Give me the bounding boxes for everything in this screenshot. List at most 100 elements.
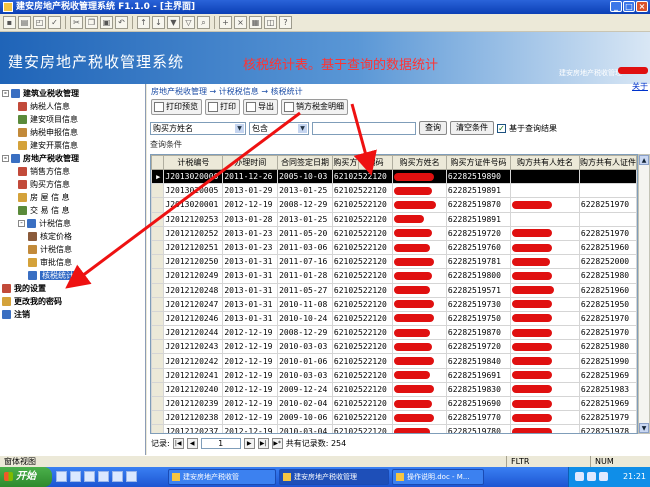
taskbar-item[interactable]: 建安房地产税收管 bbox=[168, 469, 276, 485]
help-icon[interactable]: ? bbox=[279, 16, 292, 29]
table-cell[interactable]: 62102522120 bbox=[331, 239, 394, 256]
redacted-cell[interactable] bbox=[392, 353, 447, 369]
table-cell[interactable]: 2010-02-04 bbox=[277, 395, 333, 412]
table-cell[interactable]: 2010-03-04 bbox=[277, 424, 333, 433]
table-row[interactable]: J2012120241 2012-12-19 2010-03-03 621025221… bbox=[151, 367, 637, 383]
save-icon[interactable]: ▪ bbox=[3, 16, 16, 29]
row-selector[interactable] bbox=[151, 424, 165, 433]
table-row[interactable]: J2012120240 2012-12-19 2009-12-24 621025221… bbox=[151, 381, 637, 398]
nav-item[interactable]: 销售方信息 bbox=[2, 165, 143, 178]
table-cell[interactable]: J2012120242 bbox=[163, 353, 224, 369]
table-cell[interactable]: 2013-01-25 bbox=[277, 211, 333, 227]
nav-item[interactable]: 购买方信息 bbox=[2, 178, 143, 191]
nav-item[interactable]: 更改我的密码 bbox=[2, 295, 143, 308]
table-row[interactable]: J2012120244 2012-12-19 2008-12-29 621025221… bbox=[151, 325, 637, 341]
table-cell[interactable]: 2011-05-27 bbox=[277, 282, 333, 298]
nav-item[interactable]: 我的设置 bbox=[2, 282, 143, 295]
delete-record-icon[interactable]: × bbox=[234, 16, 247, 29]
table-cell[interactable]: 62102522120 bbox=[331, 282, 394, 298]
column-header[interactable]: 购买方 bbox=[331, 155, 359, 170]
table-cell[interactable]: 6228251983 bbox=[578, 381, 637, 398]
next-record-button[interactable]: ▶ bbox=[243, 438, 255, 449]
table-cell[interactable]: 6228251990 bbox=[578, 353, 637, 369]
table-row[interactable]: J2012120252 2013-01-23 2011-05-20 621025221… bbox=[151, 225, 637, 241]
table-row[interactable]: ▶ J2013020006 2011-12-26 2005-10-03 62102522… bbox=[151, 168, 637, 185]
table-cell[interactable]: 62102522120 bbox=[331, 395, 394, 412]
table-cell[interactable]: 62282519800 bbox=[445, 268, 512, 284]
table-cell[interactable]: 2008-12-29 bbox=[277, 197, 333, 213]
table-cell[interactable]: 6228251979 bbox=[578, 410, 637, 426]
table-cell[interactable]: J2012120246 bbox=[163, 310, 224, 327]
filter-value-input[interactable] bbox=[312, 121, 416, 135]
column-header[interactable]: 合同签定日期 bbox=[277, 155, 333, 170]
table-cell[interactable]: 2013-01-31 bbox=[222, 310, 279, 327]
table-cell[interactable]: 62102522120 bbox=[331, 296, 394, 312]
taskbar-item[interactable]: 操作说明.doc - M... bbox=[392, 469, 484, 485]
redacted-cell[interactable] bbox=[392, 410, 447, 426]
table-cell[interactable]: 62102522120 bbox=[331, 310, 394, 327]
table-cell[interactable]: J2012120239 bbox=[163, 395, 224, 412]
table-cell[interactable]: 2013-01-31 bbox=[222, 254, 279, 270]
row-selector[interactable] bbox=[151, 211, 165, 227]
row-selector[interactable] bbox=[151, 183, 165, 199]
quicklaunch-icon[interactable] bbox=[126, 471, 137, 482]
table-cell[interactable]: 62102522120 bbox=[331, 410, 394, 426]
table-cell[interactable]: 62102522120 bbox=[331, 197, 394, 213]
table-cell[interactable]: 62102522120 bbox=[331, 367, 394, 383]
redacted-cell[interactable] bbox=[510, 282, 580, 298]
redacted-cell[interactable] bbox=[510, 325, 580, 341]
table-cell[interactable]: J2013020006 bbox=[163, 168, 224, 185]
table-cell[interactable]: J2012120249 bbox=[163, 268, 224, 284]
current-record-input[interactable]: 1 bbox=[200, 438, 241, 449]
nav-item[interactable]: 纳税人信息 bbox=[2, 100, 143, 113]
row-selector[interactable] bbox=[151, 268, 165, 284]
redacted-cell[interactable] bbox=[392, 325, 447, 341]
table-cell[interactable]: J2012120243 bbox=[163, 339, 224, 355]
column-header[interactable]: 办理时间 bbox=[222, 155, 279, 170]
database-icon[interactable]: ▦ bbox=[249, 16, 262, 29]
first-record-button[interactable]: |◀ bbox=[172, 438, 184, 449]
table-cell[interactable]: 62102522120 bbox=[331, 325, 394, 341]
table-row[interactable]: J2013020005 2013-01-29 2013-01-25 621025221… bbox=[151, 183, 637, 199]
query-button[interactable]: 查询 bbox=[419, 121, 447, 135]
table-cell[interactable]: 2013-01-25 bbox=[277, 183, 333, 199]
row-selector[interactable] bbox=[151, 296, 165, 312]
table-cell[interactable]: 62282519720 bbox=[445, 225, 512, 241]
table-cell[interactable]: 6228251970 bbox=[578, 325, 637, 341]
table-cell[interactable]: 2013-01-28 bbox=[222, 211, 279, 227]
table-row[interactable]: J2012120249 2013-01-31 2011-01-28 621025221… bbox=[151, 268, 637, 284]
table-cell[interactable]: 62282519870 bbox=[445, 325, 512, 341]
table-cell[interactable]: 2012-12-19 bbox=[222, 353, 279, 369]
redacted-cell[interactable] bbox=[510, 395, 580, 412]
table-cell[interactable]: 2010-01-06 bbox=[277, 353, 333, 369]
quicklaunch-icon[interactable] bbox=[56, 471, 67, 482]
table-cell[interactable]: 2013-01-31 bbox=[222, 296, 279, 312]
table-cell[interactable]: 6228251960 bbox=[578, 239, 637, 256]
table-cell[interactable]: 62282519890 bbox=[445, 168, 512, 185]
redacted-cell[interactable] bbox=[392, 268, 447, 284]
table-cell[interactable]: 2012-12-19 bbox=[222, 395, 279, 412]
table-row[interactable]: J2013020001 2012-12-19 2008-12-29 621025221… bbox=[151, 197, 637, 213]
nav-item[interactable]: 建安项目信息 bbox=[2, 113, 143, 126]
column-header[interactable]: 购买方证件号码 bbox=[445, 155, 512, 170]
redacted-cell[interactable] bbox=[510, 367, 580, 383]
print-button[interactable]: 打印 bbox=[205, 99, 240, 115]
table-cell[interactable]: 62102522120 bbox=[331, 254, 394, 270]
table-row[interactable]: J2012120243 2012-12-19 2010-03-03 621025221… bbox=[151, 339, 637, 355]
table-cell[interactable]: 6228251978 bbox=[578, 424, 637, 433]
tray-icon[interactable] bbox=[587, 472, 596, 481]
table-cell[interactable]: 62102522120 bbox=[331, 381, 394, 398]
table-cell[interactable]: 2013-01-23 bbox=[222, 239, 279, 256]
table-row[interactable]: J2012120242 2012-12-19 2010-01-06 621025221… bbox=[151, 353, 637, 369]
table-cell[interactable]: 6228251970 bbox=[578, 310, 637, 327]
table-cell[interactable]: 62282519840 bbox=[445, 353, 512, 369]
nav-item[interactable]: 房 屋 信 息 bbox=[2, 191, 143, 204]
redacted-cell[interactable] bbox=[510, 268, 580, 284]
clear-conditions-button[interactable]: 清空条件 bbox=[450, 121, 494, 135]
redacted-cell[interactable] bbox=[510, 353, 580, 369]
table-cell[interactable]: J2012120238 bbox=[163, 410, 224, 426]
vertical-scrollbar[interactable]: ▲ ▼ bbox=[638, 154, 650, 434]
row-selector[interactable] bbox=[151, 339, 165, 355]
redacted-cell[interactable] bbox=[510, 254, 580, 270]
redacted-cell[interactable] bbox=[392, 395, 447, 412]
